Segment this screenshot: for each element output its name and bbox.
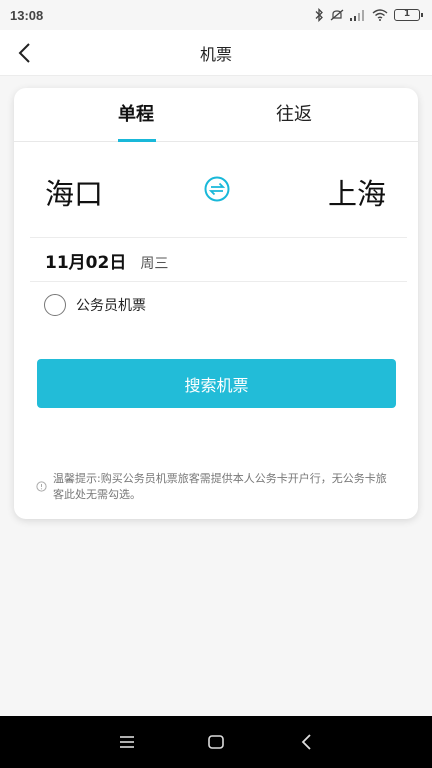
- civil-servant-label: 公务员机票: [76, 298, 146, 314]
- home-icon[interactable]: [206, 732, 226, 752]
- chevron-left-icon: [18, 43, 30, 63]
- arrival-city[interactable]: 上海: [328, 174, 386, 214]
- wifi-icon: [372, 9, 388, 21]
- battery-icon: 1: [394, 9, 423, 21]
- trip-type-tabs: 单程 往返: [14, 88, 418, 142]
- notice-text: 温馨提示:购买公务员机票旅客需提供本人公务卡开户行，无公务卡旅客此处无需勾选。: [53, 472, 387, 501]
- date-value: 11月02日: [45, 253, 127, 273]
- civil-servant-radio[interactable]: [44, 294, 66, 316]
- search-button-label: 搜索机票: [184, 375, 249, 395]
- bluetooth-icon: [315, 8, 323, 22]
- divider: [30, 281, 407, 282]
- status-time: 13:08: [10, 7, 44, 23]
- civil-servant-option[interactable]: 公务员机票: [44, 294, 146, 316]
- active-tab-indicator: [118, 139, 156, 142]
- date-weekday: 周三: [140, 256, 169, 272]
- notice: 温馨提示:购买公务员机票旅客需提供本人公务卡开户行，无公务卡旅客此处无需勾选。: [36, 471, 396, 503]
- flight-search-card: 单程 往返 海口 上海 11月02日 周三 公务员机票 搜索机票 温馨提示:购买…: [14, 88, 418, 519]
- tab-one-way[interactable]: 单程: [118, 100, 154, 130]
- back-button[interactable]: [10, 38, 40, 68]
- info-icon: [36, 481, 47, 492]
- status-icons: 1: [314, 8, 423, 22]
- signal-icon: [350, 10, 364, 21]
- app-header: 机票: [0, 30, 432, 76]
- departure-date[interactable]: 11月02日 周三: [45, 248, 169, 273]
- tab-round-trip[interactable]: 往返: [276, 100, 312, 130]
- page-title: 机票: [199, 44, 232, 64]
- status-bar: 13:08 1: [0, 0, 432, 30]
- menu-icon[interactable]: [117, 732, 137, 752]
- silent-icon: [330, 9, 344, 21]
- departure-city[interactable]: 海口: [45, 174, 103, 214]
- swap-cities-button[interactable]: [202, 174, 232, 204]
- swap-icon: [204, 176, 230, 202]
- back-icon[interactable]: [297, 732, 317, 752]
- divider: [30, 237, 407, 238]
- system-nav-bar: [0, 716, 432, 768]
- search-flights-button[interactable]: 搜索机票: [37, 359, 396, 408]
